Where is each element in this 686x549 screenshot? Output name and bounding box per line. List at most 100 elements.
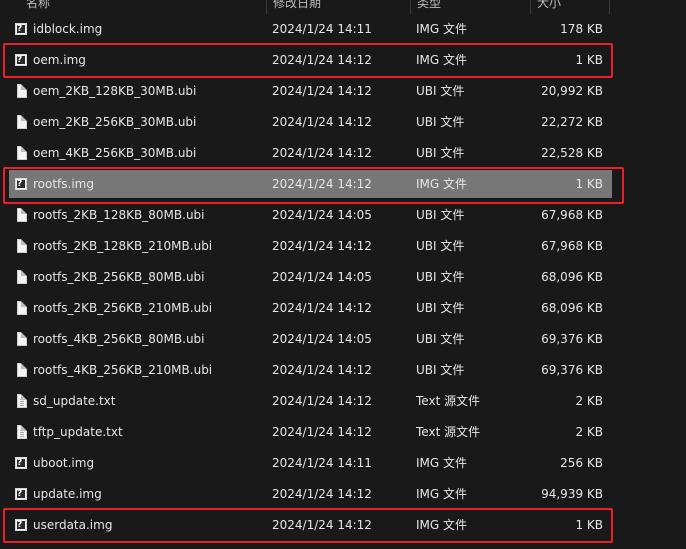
file-name: oem_2KB_128KB_30MB.ubi	[33, 84, 197, 98]
file-type: IMG 文件	[416, 456, 468, 470]
file-size: 256 KB	[560, 456, 603, 470]
file-modified-date: 2024/1/24 14:12	[272, 363, 372, 377]
generic-file-icon	[17, 146, 27, 160]
file-modified-date: 2024/1/24 14:11	[272, 456, 372, 470]
file-modified-date: 2024/1/24 14:12	[272, 487, 372, 501]
file-modified-date: 2024/1/24 14:05	[272, 270, 372, 284]
file-size: 22,272 KB	[541, 115, 603, 129]
file-size: 178 KB	[560, 22, 603, 36]
column-divider[interactable]	[609, 0, 610, 14]
file-type: IMG 文件	[416, 518, 468, 532]
file-row[interactable]: rootfs.img 2024/1/24 14:12 IMG 文件 1 KB	[9, 170, 612, 198]
file-type: UBI 文件	[416, 239, 465, 253]
column-divider[interactable]	[410, 0, 411, 14]
text-file-icon	[17, 425, 27, 439]
file-row[interactable]: uboot.img 2024/1/24 14:11 IMG 文件 256 KB	[9, 449, 612, 477]
file-row[interactable]: rootfs_2KB_128KB_80MB.ubi 2024/1/24 14:05…	[9, 201, 612, 229]
file-name: sd_update.txt	[33, 394, 116, 408]
file-size: 1 KB	[575, 518, 603, 532]
file-row[interactable]: idblock.img 2024/1/24 14:11 IMG 文件 178 KB	[9, 15, 612, 43]
file-type: IMG 文件	[416, 487, 468, 501]
file-type: UBI 文件	[416, 270, 465, 284]
file-type: UBI 文件	[416, 363, 465, 377]
file-modified-date: 2024/1/24 14:12	[272, 84, 372, 98]
file-modified-date: 2024/1/24 14:12	[272, 115, 372, 129]
file-row[interactable]: rootfs_4KB_256KB_210MB.ubi 2024/1/24 14:1…	[9, 356, 612, 384]
file-row[interactable]: update.img 2024/1/24 14:12 IMG 文件 94,939 KB	[9, 480, 612, 508]
file-type: IMG 文件	[416, 177, 468, 191]
file-row[interactable]: oem_4KB_256KB_30MB.ubi 2024/1/24 14:12 UBI…	[9, 139, 612, 167]
file-name: tftp_update.txt	[33, 425, 123, 439]
file-row[interactable]: rootfs_2KB_128KB_210MB.ubi 2024/1/24 14:1…	[9, 232, 612, 260]
column-divider[interactable]	[530, 0, 531, 14]
file-type: UBI 文件	[416, 208, 465, 222]
file-size: 67,968 KB	[541, 239, 603, 253]
file-size: 2 KB	[575, 425, 603, 439]
file-size: 2 KB	[575, 394, 603, 408]
file-row[interactable]: userdata.img 2024/1/24 14:12 IMG 文件 1 KB	[9, 511, 612, 539]
file-type: UBI 文件	[416, 301, 465, 315]
column-header: 名称 修改日期 类型 大小	[0, 0, 686, 14]
column-header-size[interactable]: 大小	[537, 0, 561, 14]
img-file-icon	[15, 23, 27, 35]
file-modified-date: 2024/1/24 14:12	[272, 425, 372, 439]
file-type: UBI 文件	[416, 146, 465, 160]
file-size: 68,096 KB	[541, 270, 603, 284]
file-modified-date: 2024/1/24 14:12	[272, 146, 372, 160]
file-name: update.img	[33, 487, 102, 501]
file-size: 67,968 KB	[541, 208, 603, 222]
file-type: IMG 文件	[416, 22, 468, 36]
generic-file-icon	[17, 332, 27, 346]
file-modified-date: 2024/1/24 14:12	[272, 239, 372, 253]
file-modified-date: 2024/1/24 14:12	[272, 394, 372, 408]
file-row[interactable]: oem_2KB_256KB_30MB.ubi 2024/1/24 14:12 UBI…	[9, 108, 612, 136]
file-name: idblock.img	[33, 22, 103, 36]
file-row[interactable]: sd_update.txt 2024/1/24 14:12 Text 源文件 2 KB	[9, 387, 612, 415]
img-file-icon	[15, 54, 27, 66]
file-type: IMG 文件	[416, 53, 468, 67]
file-row[interactable]: oem.img 2024/1/24 14:12 IMG 文件 1 KB	[9, 46, 612, 74]
file-row[interactable]: rootfs_2KB_256KB_80MB.ubi 2024/1/24 14:05…	[9, 263, 612, 291]
file-modified-date: 2024/1/24 14:12	[272, 53, 372, 67]
generic-file-icon	[17, 270, 27, 284]
file-modified-date: 2024/1/24 14:05	[272, 208, 372, 222]
file-row[interactable]: oem_2KB_128KB_30MB.ubi 2024/1/24 14:12 UBI…	[9, 77, 612, 105]
generic-file-icon	[17, 239, 27, 253]
column-header-type[interactable]: 类型	[417, 0, 441, 14]
generic-file-icon	[17, 363, 27, 377]
file-name: userdata.img	[33, 518, 113, 532]
file-name: rootfs_4KB_256KB_210MB.ubi	[33, 363, 213, 377]
file-size: 20,992 KB	[541, 84, 603, 98]
file-name: rootfs.img	[33, 177, 94, 191]
file-name: uboot.img	[33, 456, 95, 470]
file-size: 69,376 KB	[541, 363, 603, 377]
file-row[interactable]: rootfs_4KB_256KB_80MB.ubi 2024/1/24 14:05…	[9, 325, 612, 353]
file-size: 1 KB	[575, 53, 603, 67]
file-type: Text 源文件	[416, 394, 481, 408]
file-type: UBI 文件	[416, 84, 465, 98]
file-modified-date: 2024/1/24 14:12	[272, 301, 372, 315]
column-header-date[interactable]: 修改日期	[273, 0, 321, 14]
img-file-icon	[15, 519, 27, 531]
generic-file-icon	[17, 84, 27, 98]
img-file-icon	[15, 178, 27, 190]
file-name: oem.img	[33, 53, 86, 67]
generic-file-icon	[17, 208, 27, 222]
img-file-icon	[15, 488, 27, 500]
file-size: 69,376 KB	[541, 332, 603, 346]
file-type: UBI 文件	[416, 332, 465, 346]
file-modified-date: 2024/1/24 14:11	[272, 22, 372, 36]
text-file-icon	[17, 394, 27, 408]
file-modified-date: 2024/1/24 14:12	[272, 177, 372, 191]
generic-file-icon	[17, 301, 27, 315]
file-name: rootfs_2KB_256KB_210MB.ubi	[33, 301, 213, 315]
file-explorer-window: 名称 修改日期 类型 大小 idblock.img 2024/1/24 14:11…	[0, 0, 686, 549]
file-name: rootfs_2KB_128KB_210MB.ubi	[33, 239, 213, 253]
file-size: 94,939 KB	[541, 487, 603, 501]
column-divider[interactable]	[266, 0, 267, 14]
file-row[interactable]: tftp_update.txt 2024/1/24 14:12 Text 源文件 2 …	[9, 418, 612, 446]
file-row[interactable]: rootfs_2KB_256KB_210MB.ubi 2024/1/24 14:1…	[9, 294, 612, 322]
file-name: rootfs_2KB_128KB_80MB.ubi	[33, 208, 205, 222]
file-name: oem_4KB_256KB_30MB.ubi	[33, 146, 197, 160]
column-header-name[interactable]: 名称	[26, 0, 50, 14]
